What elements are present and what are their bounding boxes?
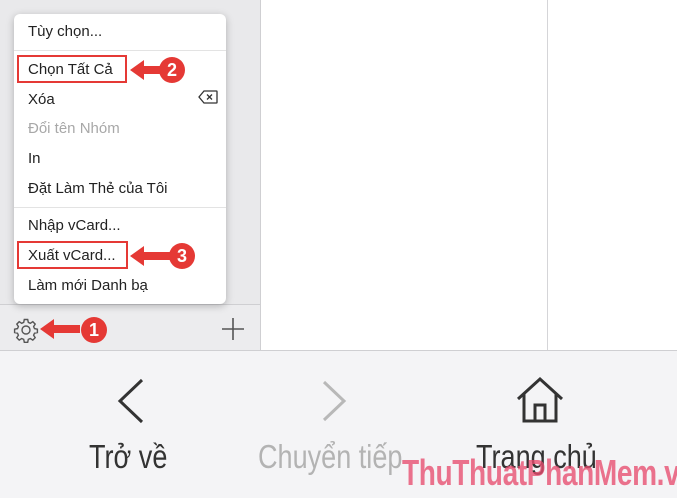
menu-item-options[interactable]: Tùy chọn... <box>28 23 102 40</box>
watermark-part3: .vn <box>656 452 677 493</box>
menu-item-make-my-card[interactable]: Đặt Làm Thẻ của Tôi <box>28 180 168 197</box>
callout-arrow-3: 3 <box>130 243 195 269</box>
watermark-part1: ThuThuat <box>402 452 527 493</box>
back-chevron-icon[interactable] <box>114 376 148 426</box>
gear-icon[interactable] <box>12 316 40 344</box>
contacts-list-pane <box>261 0 548 350</box>
callout-number-1: 1 <box>89 320 99 340</box>
highlight-export-vcard <box>17 241 128 269</box>
backspace-key-icon <box>198 90 218 104</box>
callout-arrow-1: 1 <box>40 317 107 343</box>
menu-separator <box>14 50 226 51</box>
forward-button: Chuyển tiếp <box>258 438 403 475</box>
callout-number-2: 2 <box>167 60 177 80</box>
menu-item-delete[interactable]: Xóa <box>28 91 55 108</box>
menu-item-rename-group: Đổi tên Nhóm <box>28 120 120 137</box>
watermark-logo: ThuThuatPhanMem.vn <box>402 452 677 494</box>
plus-icon[interactable] <box>220 316 246 342</box>
menu-item-refresh-contacts[interactable]: Làm mới Danh bạ <box>28 277 148 294</box>
contacts-window: Tùy chọn... Chọn Tất Cả Xóa Đổi tên Nhóm… <box>0 0 677 498</box>
contact-detail-pane <box>548 0 677 350</box>
forward-chevron-icon <box>322 380 347 422</box>
highlight-select-all <box>17 55 127 83</box>
back-button[interactable]: Trở về <box>89 438 167 476</box>
menu-separator <box>14 207 226 208</box>
menu-item-import-vcard[interactable]: Nhập vCard... <box>28 217 121 234</box>
callout-number-3: 3 <box>177 246 187 266</box>
menu-item-print[interactable]: In <box>28 150 41 167</box>
watermark-part2: PhanMem <box>526 452 657 493</box>
callout-arrow-2: 2 <box>130 57 185 83</box>
home-icon[interactable] <box>514 375 566 425</box>
